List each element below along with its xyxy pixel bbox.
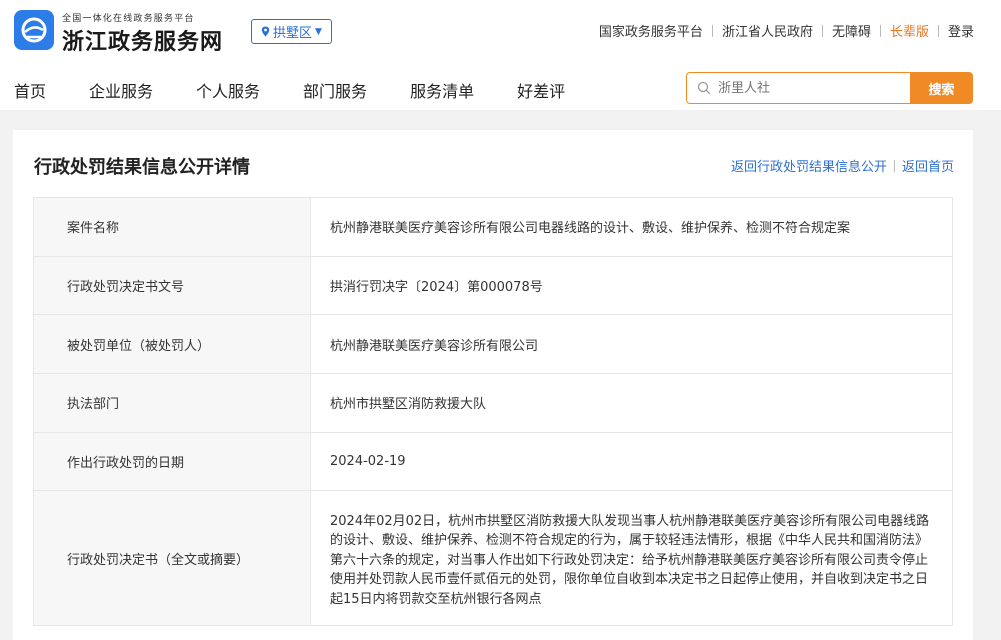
search-icon bbox=[697, 81, 711, 95]
field-label: 行政处罚决定书文号 bbox=[33, 255, 311, 316]
logo-icon[interactable] bbox=[14, 10, 54, 50]
field-label: 案件名称 bbox=[33, 197, 311, 257]
link-login[interactable]: 登录 bbox=[939, 21, 974, 40]
field-value: 2024年02月02日，杭州市拱墅区消防救援大队发现当事人杭州静港联美医疗美容诊… bbox=[310, 490, 953, 627]
table-row: 执法部门 杭州市拱墅区消防救援大队 bbox=[33, 373, 953, 433]
card-links: 返回行政处罚结果信息公开 返回首页 bbox=[731, 156, 954, 175]
table-row: 案件名称 杭州静港联美医疗美容诊所有限公司电器线路的设计、敷设、维护保养、检测不… bbox=[33, 197, 953, 257]
link-national-platform[interactable]: 国家政务服务平台 bbox=[590, 21, 712, 40]
field-label: 被处罚单位（被处罚人） bbox=[33, 314, 311, 375]
logo-subtitle: 全国一体化在线政务服务平台 bbox=[62, 14, 195, 24]
field-value: 杭州静港联美医疗美容诊所有限公司 bbox=[310, 314, 953, 375]
table-row: 行政处罚决定书文号 拱消行罚决字〔2024〕第000078号 bbox=[33, 255, 953, 316]
nav-evaluation[interactable]: 好差评 bbox=[517, 78, 565, 102]
search-box bbox=[686, 72, 910, 104]
field-label: 行政处罚决定书（全文或摘要） bbox=[33, 490, 311, 627]
nav-enterprise[interactable]: 企业服务 bbox=[89, 78, 153, 102]
field-value: 拱消行罚决字〔2024〕第000078号 bbox=[310, 255, 953, 316]
detail-table: 案件名称 杭州静港联美医疗美容诊所有限公司电器线路的设计、敷设、维护保养、检测不… bbox=[33, 197, 953, 627]
region-selector[interactable]: 拱墅区 ▼ bbox=[251, 19, 332, 44]
nav-personal[interactable]: 个人服务 bbox=[196, 78, 260, 102]
back-to-home-link[interactable]: 返回首页 bbox=[902, 156, 954, 175]
page-title: 行政处罚结果信息公开详情 bbox=[34, 157, 250, 178]
nav-department[interactable]: 部门服务 bbox=[303, 78, 367, 102]
field-label: 执法部门 bbox=[33, 373, 311, 433]
site-header: 全国一体化在线政务服务平台 浙江政务服务网 拱墅区 ▼ 国家政务服务平台 浙江省… bbox=[0, 0, 1001, 110]
nav-home[interactable]: 首页 bbox=[14, 78, 46, 102]
field-label: 作出行政处罚的日期 bbox=[33, 431, 311, 492]
table-row: 被处罚单位（被处罚人） 杭州静港联美医疗美容诊所有限公司 bbox=[33, 314, 953, 375]
search-input[interactable] bbox=[718, 80, 898, 96]
back-to-list-link[interactable]: 返回行政处罚结果信息公开 bbox=[731, 156, 887, 175]
table-row: 行政处罚决定书（全文或摘要） 2024年02月02日，杭州市拱墅区消防救援大队发… bbox=[33, 490, 953, 627]
logo-title[interactable]: 浙江政务服务网 bbox=[62, 24, 223, 56]
nav-service-list[interactable]: 服务清单 bbox=[410, 78, 474, 102]
field-value: 杭州市拱墅区消防救援大队 bbox=[310, 373, 953, 433]
link-elder-mode[interactable]: 长辈版 bbox=[881, 21, 938, 40]
caret-down-icon: ▼ bbox=[315, 26, 322, 37]
table-row: 作出行政处罚的日期 2024-02-19 bbox=[33, 431, 953, 492]
region-label: 拱墅区 bbox=[273, 26, 313, 41]
divider bbox=[893, 159, 895, 172]
detail-card: 行政处罚结果信息公开详情 返回行政处罚结果信息公开 返回首页 案件名称 杭州静港… bbox=[13, 130, 973, 640]
field-value: 杭州静港联美医疗美容诊所有限公司电器线路的设计、敷设、维护保养、检测不符合规定案 bbox=[310, 197, 953, 257]
top-links: 国家政务服务平台 浙江省人民政府 无障碍 长辈版 登录 bbox=[590, 21, 974, 40]
main-nav: 首页 企业服务 个人服务 部门服务 服务清单 好差评 bbox=[14, 78, 608, 102]
field-value: 2024-02-19 bbox=[310, 431, 953, 492]
location-pin-icon bbox=[261, 26, 270, 37]
search-button[interactable]: 搜索 bbox=[910, 72, 973, 104]
link-accessibility[interactable]: 无障碍 bbox=[823, 21, 880, 40]
link-provincial-government[interactable]: 浙江省人民政府 bbox=[713, 21, 822, 40]
